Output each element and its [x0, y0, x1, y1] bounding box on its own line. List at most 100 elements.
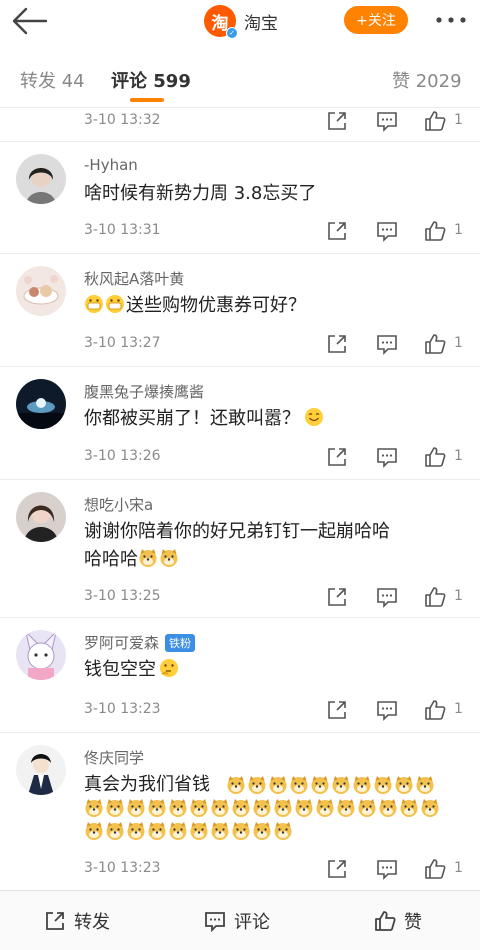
comment-icon[interactable] [376, 446, 398, 468]
like-icon[interactable] [424, 333, 446, 355]
comment-text: 钱包空空 [84, 659, 156, 680]
comment-author[interactable]: -Hyhan [84, 156, 138, 174]
avatar[interactable] [16, 630, 66, 680]
doge-emoji-icon [169, 799, 187, 817]
comment-icon[interactable] [376, 699, 398, 721]
comment-meta: 3-10 13:26 1 [84, 446, 474, 468]
like-button[interactable]: 赞 [374, 891, 422, 950]
comment-meta: 3-10 13:23 1 [84, 858, 474, 880]
like-icon[interactable] [424, 446, 446, 468]
comment-time: 3-10 13:25 [84, 588, 161, 604]
account-name[interactable]: 淘宝 [244, 9, 278, 34]
comment-author-row: 罗阿可爱森 铁粉 [84, 632, 196, 653]
doge-emoji-icon [190, 799, 208, 817]
comment-button[interactable]: 评论 [204, 891, 270, 950]
avatar[interactable] [16, 492, 66, 542]
brand-logo[interactable]: 淘 ✓ [204, 5, 238, 39]
comment-item: 秋风起A落叶黄 送些购物优惠券可好？ 3-10 13:27 1 [0, 254, 480, 367]
like-count: 1 [454, 701, 463, 717]
comment-list[interactable]: 3-10 13:32 1 -Hyhan 啥时候有新势力周 3.8忘买了 3-10… [0, 108, 480, 890]
comment-icon[interactable] [376, 586, 398, 608]
doge-emoji-icon [139, 549, 157, 567]
doge-emoji-icon [232, 822, 250, 840]
like-count: 1 [454, 448, 463, 464]
tab-comments[interactable]: 评论 599 [111, 67, 191, 93]
forward-icon[interactable] [326, 333, 348, 355]
forward-icon[interactable] [326, 699, 348, 721]
comment-time: 3-10 13:31 [84, 222, 161, 238]
more-dots-icon[interactable] [434, 10, 468, 30]
comment-author[interactable]: 佟庆同学 [84, 747, 144, 768]
doge-emoji-icon [337, 799, 355, 817]
like-count: 1 [454, 335, 463, 351]
doge-emoji-icon [148, 822, 166, 840]
forward-icon[interactable] [326, 446, 348, 468]
doge-emoji-icon [106, 799, 124, 817]
avatar[interactable] [16, 266, 66, 316]
comment-text-line2: 哈哈哈 [84, 549, 138, 570]
comment-text-container: 钱包空空 [84, 656, 464, 684]
doge-emoji-icon [379, 799, 397, 817]
doge-emoji-icon [290, 776, 308, 794]
active-tab-indicator [130, 98, 164, 102]
doge-emoji-icon [253, 799, 271, 817]
comment-icon[interactable] [376, 110, 398, 132]
doge-emoji-icon [232, 799, 250, 817]
comment-icon [205, 912, 225, 932]
forward-icon[interactable] [326, 586, 348, 608]
tab-likes[interactable]: 赞 2029 [392, 67, 462, 93]
forward-icon[interactable] [326, 858, 348, 880]
doge-emoji-icon [169, 822, 187, 840]
like-icon[interactable] [424, 699, 446, 721]
forward-icon[interactable] [326, 110, 348, 132]
doge-emoji-icon [227, 776, 245, 794]
avatar[interactable] [16, 379, 66, 429]
comment-text-container: 哈哈哈 [84, 546, 464, 574]
comment-text: 谢谢你陪着你的好兄弟钉钉一起崩哈哈 [84, 521, 390, 542]
repost-button[interactable]: 转发 [44, 891, 110, 950]
comment-author[interactable]: 秋风起A落叶黄 [84, 268, 184, 289]
doge-emoji-icon [358, 799, 376, 817]
comment-meta: 3-10 13:32 1 [84, 110, 474, 132]
like-icon[interactable] [424, 110, 446, 132]
like-count: 1 [454, 588, 463, 604]
comment-meta: 3-10 13:31 1 [84, 220, 474, 242]
repost-icon [46, 912, 64, 930]
like-icon[interactable] [424, 858, 446, 880]
doge-emoji-icon [353, 776, 371, 794]
doge-emoji-icon [106, 822, 124, 840]
verified-icon: ✓ [226, 27, 238, 39]
comment-item: 罗阿可爱森 铁粉 钱包空空 3-10 13:23 1 [0, 618, 480, 733]
comment-author[interactable]: 想吃小宋a [84, 494, 153, 515]
doge-emoji-icon [85, 799, 103, 817]
like-icon[interactable] [424, 586, 446, 608]
forward-icon[interactable] [326, 220, 348, 242]
thinking-emoji-icon [160, 659, 178, 677]
comment-meta: 3-10 13:27 1 [84, 333, 474, 355]
comment-item: 佟庆同学 真会为我们省钱 3-10 13:23 1 [0, 733, 480, 890]
follow-button[interactable]: +关注 [344, 6, 408, 34]
comment-icon[interactable] [376, 333, 398, 355]
comment-icon[interactable] [376, 220, 398, 242]
comment-icon[interactable] [376, 858, 398, 880]
like-count: 1 [454, 222, 463, 238]
doge-emoji-icon [127, 822, 145, 840]
tab-repost[interactable]: 转发 44 [20, 67, 85, 93]
doge-emoji-icon [211, 799, 229, 817]
comment-item: -Hyhan 啥时候有新势力周 3.8忘买了 3-10 13:31 1 [0, 142, 480, 254]
avatar[interactable] [16, 154, 66, 204]
comment-author[interactable]: 腹黑兔子爆揍鹰酱 [84, 381, 204, 402]
doge-emoji-icon [295, 799, 313, 817]
doge-emoji-icon [269, 776, 287, 794]
tab-bar: 转发 44 评论 599 赞 2029 [0, 44, 480, 108]
doge-emoji-icon [400, 799, 418, 817]
like-count: 1 [454, 860, 463, 876]
comment-author[interactable]: 罗阿可爱森 [84, 632, 159, 653]
fan-badge: 铁粉 [165, 633, 196, 652]
grimace-emoji-icon [85, 295, 103, 313]
account-brand[interactable]: 淘 ✓ 淘宝 [204, 4, 278, 39]
back-arrow-icon[interactable] [10, 5, 48, 37]
top-bar: 淘 ✓ 淘宝 +关注 [0, 0, 480, 44]
like-icon[interactable] [424, 220, 446, 242]
avatar[interactable] [16, 745, 66, 795]
